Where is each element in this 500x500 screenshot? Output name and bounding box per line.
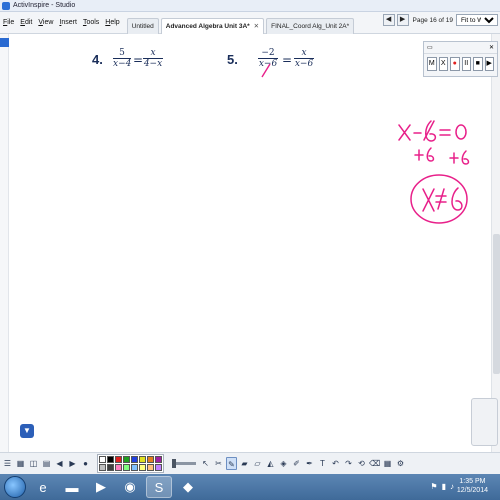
pen-width-slider[interactable] — [172, 459, 196, 468]
chrome-icon[interactable]: ◉ — [117, 476, 143, 498]
color-swatch[interactable] — [147, 464, 154, 471]
ink-six-2 — [426, 147, 435, 162]
flag-icon[interactable]: ⚑ — [430, 482, 437, 491]
ink-answer-x — [422, 188, 435, 212]
color-swatch[interactable] — [99, 464, 106, 471]
ink-six-3 — [461, 150, 470, 165]
color-swatch[interactable] — [139, 464, 146, 471]
color-swatch[interactable] — [107, 464, 114, 471]
desktop-annotate-icon[interactable]: ◫ — [28, 457, 39, 470]
folder-icon[interactable]: ▬ — [59, 476, 85, 498]
color-swatch[interactable] — [123, 464, 130, 471]
color-swatch[interactable] — [99, 456, 106, 463]
activinspire-icon[interactable]: ◆ — [175, 476, 201, 498]
clock-time: 1:35 PM — [459, 478, 486, 485]
windows-taskbar: e ▬ ▶ ◉ S ◆ ⚑ ▮ ♪ 1:35 PM 12/5/2014 — [0, 474, 500, 500]
pen-icon[interactable]: ✎ — [226, 457, 237, 470]
ie-icon[interactable]: e — [30, 476, 56, 498]
ink-answer-circle — [410, 174, 468, 224]
tools-icon[interactable]: ✂ — [213, 457, 224, 470]
undo-icon[interactable]: ↶ — [330, 457, 341, 470]
color-swatch[interactable] — [155, 456, 162, 463]
page-icon[interactable]: ▦ — [382, 457, 393, 470]
ink-not-equal — [435, 188, 447, 210]
ink-zero — [455, 124, 467, 140]
color-swatch[interactable] — [155, 464, 162, 471]
color-swatch[interactable] — [131, 464, 138, 471]
main-menu-icon[interactable]: ☰ — [2, 457, 13, 470]
clock-date: 12/5/2014 — [456, 487, 488, 494]
color-swatch[interactable] — [115, 464, 122, 471]
color-swatch[interactable] — [123, 456, 130, 463]
shape-icon[interactable]: ◭ — [265, 457, 276, 470]
toolbox-toggle-icon[interactable]: ▼ — [20, 424, 34, 438]
start-button[interactable] — [4, 476, 26, 498]
color-swatch[interactable] — [115, 456, 122, 463]
media-icon[interactable]: ▶ — [88, 476, 114, 498]
handwriting-layer — [261, 63, 470, 224]
color-swatch[interactable] — [107, 456, 114, 463]
ink-strike — [261, 63, 271, 78]
flipchart-icon[interactable]: ▤ — [41, 457, 52, 470]
volume-icon[interactable]: ♪ — [450, 482, 454, 491]
color-swatch[interactable] — [131, 456, 138, 463]
clear-icon[interactable]: ⌫ — [369, 457, 380, 470]
color-palette[interactable] — [97, 454, 164, 473]
connector-icon[interactable]: ✒ — [304, 457, 315, 470]
ink-answer-six — [451, 187, 463, 211]
ink-equals — [439, 129, 451, 136]
eraser-icon[interactable]: ▱ — [252, 457, 263, 470]
magic-ink-icon[interactable]: ✐ — [291, 457, 302, 470]
reset-icon[interactable]: ⟲ — [356, 457, 367, 470]
ink-x — [398, 124, 411, 141]
toolbox-settings-icon[interactable]: ⚙ — [395, 457, 406, 470]
skype-icon[interactable]: S — [146, 476, 172, 498]
main-toolbox: ☰ ▦ ◫ ▤ ◀ ▶ ● ↖ ✂ ✎ ▰ ▱ ◭ ◈ ✐ ✒ T ↶ ↷ ⟲ … — [0, 452, 500, 474]
select-icon[interactable]: ↖ — [200, 457, 211, 470]
highlighter-icon[interactable]: ▰ — [239, 457, 250, 470]
color-swatch[interactable] — [139, 456, 146, 463]
network-icon[interactable]: ▮ — [442, 482, 446, 491]
trash-can-icon[interactable] — [471, 398, 498, 446]
taskbar-clock[interactable]: 1:35 PM 12/5/2014 — [457, 477, 488, 495]
reveal-icon[interactable]: ● — [80, 457, 91, 470]
color-swatch[interactable] — [147, 456, 154, 463]
previous-page-icon[interactable]: ◀ — [54, 457, 65, 470]
browser-icon[interactable]: ▦ — [15, 457, 26, 470]
ink-plus-2 — [449, 152, 459, 164]
system-tray: ⚑ ▮ ♪ — [430, 482, 454, 491]
next-page-icon[interactable]: ▶ — [67, 457, 78, 470]
ink-plus — [414, 149, 424, 161]
text-icon[interactable]: T — [317, 457, 328, 470]
ink-six — [425, 120, 437, 142]
fill-icon[interactable]: ◈ — [278, 457, 289, 470]
redo-icon[interactable]: ↷ — [343, 457, 354, 470]
